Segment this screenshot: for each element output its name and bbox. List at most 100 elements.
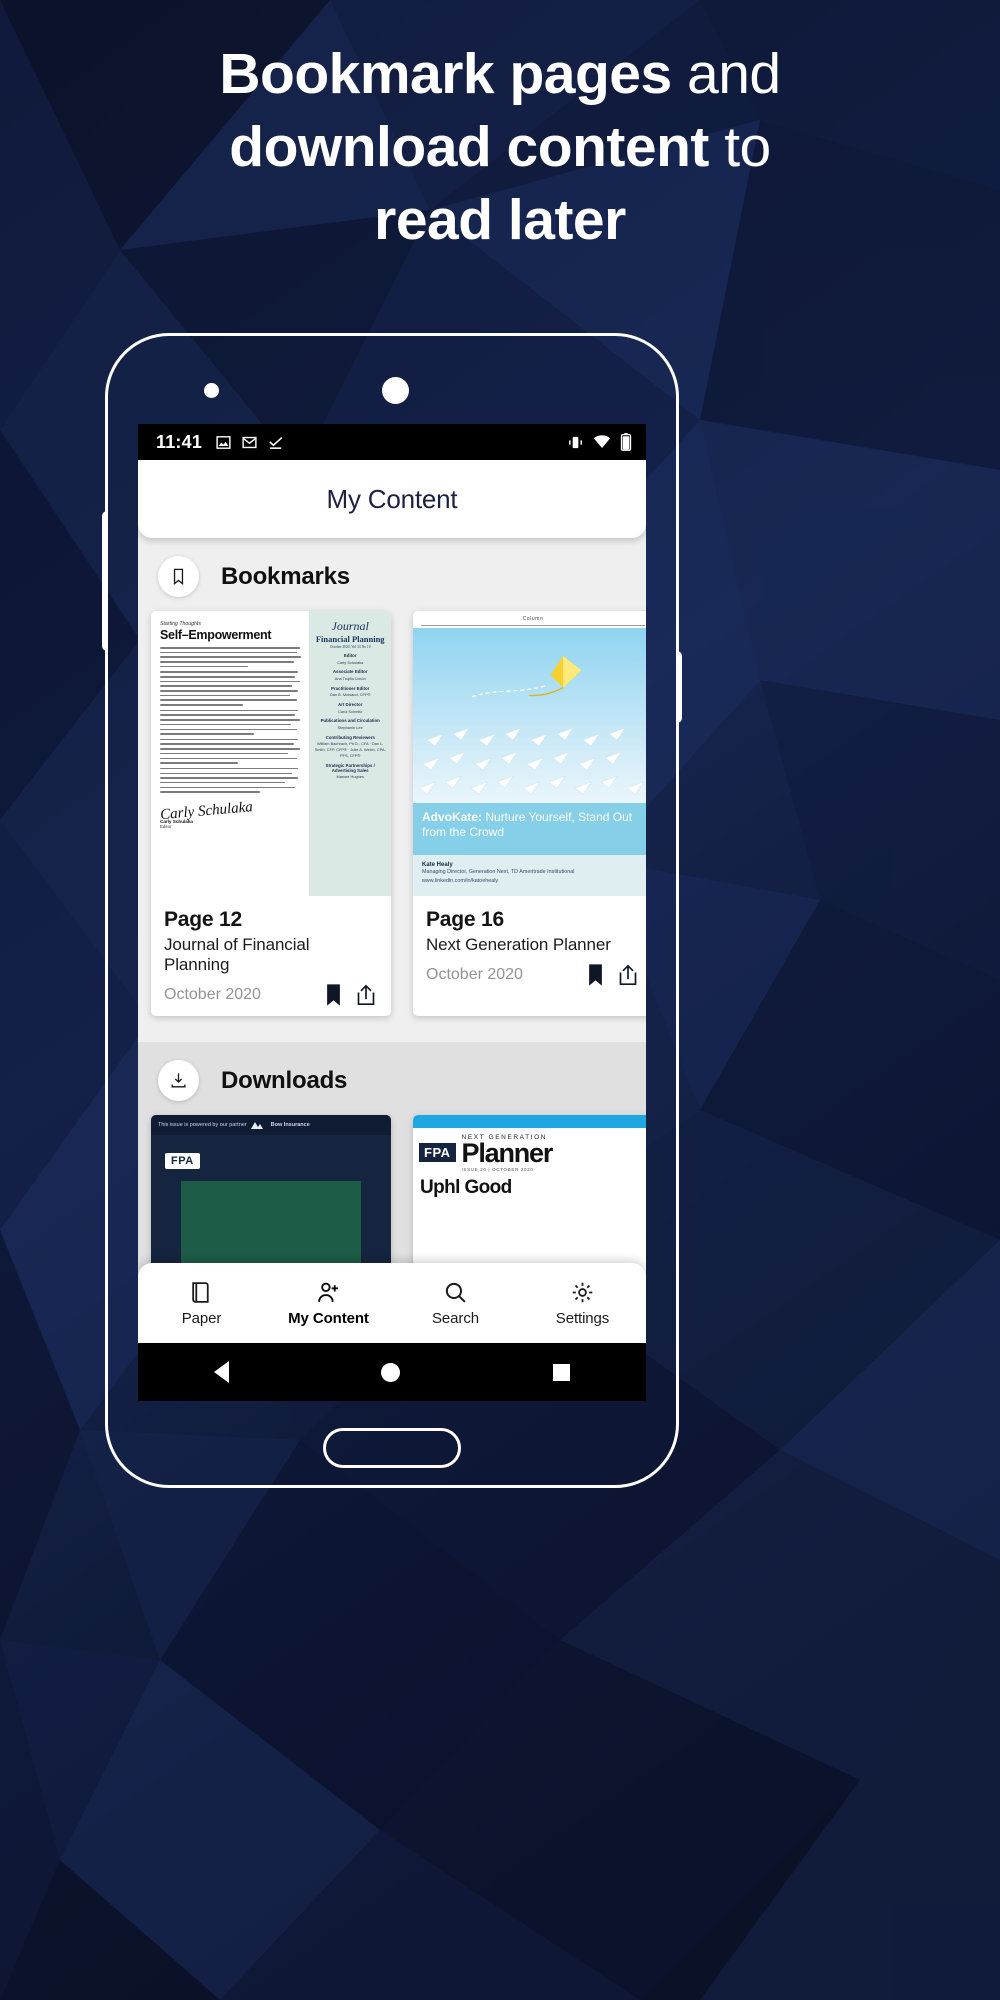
card-thumbnail-journal-article[interactable]: Starting Thoughts Self–Empowerment Carly… xyxy=(151,611,391,896)
search-icon xyxy=(445,1282,466,1303)
section-header-downloads: Downloads xyxy=(138,1042,646,1115)
share-icon[interactable] xyxy=(356,984,376,1006)
nav-label-settings: Settings xyxy=(555,1309,610,1327)
journal-masthead: Editor Carly Schulaka Associate Editor A… xyxy=(314,653,386,780)
cover-partner-bar: This issue is powered by our partner Bow… xyxy=(151,1115,391,1135)
headline-strong-1: Bookmark pages xyxy=(219,42,672,106)
masthead-name: Marcee Hughes xyxy=(336,774,364,780)
planner-headline: Uphl Good xyxy=(420,1176,512,1198)
headline-plain-1: and xyxy=(671,42,781,106)
card-publication: Next Generation Planner xyxy=(426,935,611,954)
bookmark-card[interactable]: Column AdvoKate: Nurture Yourself, Stand… xyxy=(413,611,646,1016)
kite-illustration-svg xyxy=(418,656,644,795)
journal-logo-line2: Financial Planning xyxy=(315,634,385,644)
article-signature-role: Editor xyxy=(160,823,172,829)
card-date: October 2020 xyxy=(426,966,523,983)
home-circle-icon[interactable] xyxy=(381,1362,401,1382)
headline-line-2: download content to xyxy=(0,111,1000,184)
masthead-name: Dan B. Moisand, CFP® xyxy=(329,692,371,698)
cover-partner-name: Bow Insurance xyxy=(270,1122,310,1128)
column-author-block: Kate Healy Managing Director, Generation… xyxy=(413,855,646,896)
bookmark-filled-icon[interactable] xyxy=(587,964,604,986)
masthead-head: Publications and Circulation xyxy=(320,718,380,724)
card-footer: October 2020 xyxy=(164,984,378,1006)
card-page-number: Page 12 xyxy=(164,908,242,931)
back-triangle-icon[interactable] xyxy=(214,1361,230,1383)
masthead-head: Associate Editor xyxy=(332,669,368,675)
gmail-icon xyxy=(242,436,257,448)
front-camera-icon xyxy=(382,377,409,404)
masthead-name: Carol Schmitz xyxy=(338,708,363,714)
column-author-link: www.linkedin.com/in/katoehealy xyxy=(422,877,499,884)
nav-label-my-content: My Content xyxy=(288,1309,369,1327)
card-action-group xyxy=(325,984,378,1006)
status-right-icons xyxy=(567,433,632,451)
masthead-head: Editor xyxy=(343,653,357,658)
recents-square-icon[interactable] xyxy=(552,1363,570,1381)
masthead-head: Practitioner Editor xyxy=(331,685,370,691)
masthead-name: Stephanie Lee xyxy=(337,724,363,730)
android-system-nav xyxy=(138,1343,646,1401)
wifi-icon xyxy=(593,435,611,448)
fpa-logo: FPA xyxy=(419,1143,456,1163)
phone-screen: 11:41 My Content Bookmarks Starting Thou… xyxy=(138,424,646,1401)
partner-logo-icon xyxy=(250,1122,263,1129)
journal-logo-line1: Journal xyxy=(331,619,369,633)
nav-item-search[interactable]: Search xyxy=(392,1280,519,1327)
nav-item-settings[interactable]: Settings xyxy=(519,1280,646,1327)
task-complete-icon xyxy=(269,436,283,449)
headline-plain-2: to xyxy=(708,114,771,179)
status-time: 11:41 xyxy=(156,431,203,452)
home-pill xyxy=(323,1428,461,1468)
headline-strong-3: read later xyxy=(374,187,626,252)
masthead-head: Strategic Partnerships / Advertising Sal… xyxy=(325,762,375,773)
masthead-head: Art Director xyxy=(338,702,363,708)
card-thumbnail-kite-column[interactable]: Column AdvoKate: Nurture Yourself, Stand… xyxy=(413,611,646,896)
column-author-title: Managing Director, Generation Next, TD A… xyxy=(422,869,575,875)
card-page-number: Page 16 xyxy=(426,908,504,931)
gear-icon xyxy=(572,1282,593,1302)
nav-item-my-content[interactable]: My Content xyxy=(265,1280,392,1327)
page-title: My Content xyxy=(326,483,458,514)
headline-line-1: Bookmark pages and xyxy=(0,38,1000,111)
section-label-downloads: Downloads xyxy=(221,1066,348,1094)
headline-line-3: read later xyxy=(0,184,1000,257)
masthead-name: Carly Schulaka xyxy=(337,659,364,665)
card-publication: Journal of Financial Planning xyxy=(164,935,310,974)
power-button[interactable] xyxy=(677,651,682,723)
column-label: Column xyxy=(522,616,544,622)
masthead-head: Contributing Reviewers xyxy=(325,734,375,740)
planner-title: Planner xyxy=(461,1138,554,1168)
masthead-name: William Bachrach, Ph.D., CFA · Dan L. Sm… xyxy=(314,741,386,759)
column-headline: AdvoKate: Nurture Yourself, Stand Out fr… xyxy=(422,810,644,840)
bookmark-icon xyxy=(173,568,184,586)
bookmark-card[interactable]: Starting Thoughts Self–Empowerment Carly… xyxy=(151,611,391,1016)
status-bar: 11:41 xyxy=(138,424,646,460)
nav-label-search: Search xyxy=(432,1309,479,1327)
vibrate-icon xyxy=(569,436,582,448)
image-icon xyxy=(216,435,231,449)
bookmark-badge xyxy=(158,556,199,597)
card-action-group xyxy=(587,964,640,986)
article-page-left: Starting Thoughts Self–Empowerment Carly… xyxy=(151,611,310,896)
promo-headline: Bookmark pages and download content to r… xyxy=(0,38,1000,257)
nav-item-paper[interactable]: Paper xyxy=(138,1280,265,1327)
cover-partner-text: This issue is powered by our partner xyxy=(158,1122,247,1128)
bookmark-filled-icon[interactable] xyxy=(325,984,342,1006)
volume-button[interactable] xyxy=(102,511,107,651)
share-icon[interactable] xyxy=(618,964,638,986)
journal-logo-line3: October 2020, Vol 33 No 10 xyxy=(329,645,371,649)
card-date: October 2020 xyxy=(164,986,261,1003)
column-headline-band: AdvoKate: Nurture Yourself, Stand Out fr… xyxy=(413,803,646,855)
masthead-name: Ana Trujillo Limón xyxy=(334,675,366,681)
app-bar: My Content xyxy=(138,460,646,538)
column-headline-bold: AdvoKate: xyxy=(422,810,483,824)
content-scroll-area[interactable]: Bookmarks Starting Thoughts Self–Empower… xyxy=(138,538,646,1343)
kite-illustration xyxy=(413,628,646,803)
bookmarks-card-row[interactable]: Starting Thoughts Self–Empowerment Carly… xyxy=(138,611,646,1016)
fpa-logo: FPA xyxy=(165,1153,200,1169)
status-left-icons xyxy=(215,434,284,451)
planner-masthead: FPA NEXT GENERATION Planner ISSUE 20 | O… xyxy=(413,1128,646,1172)
column-header: Column xyxy=(413,611,646,628)
person-add-icon xyxy=(318,1282,338,1302)
